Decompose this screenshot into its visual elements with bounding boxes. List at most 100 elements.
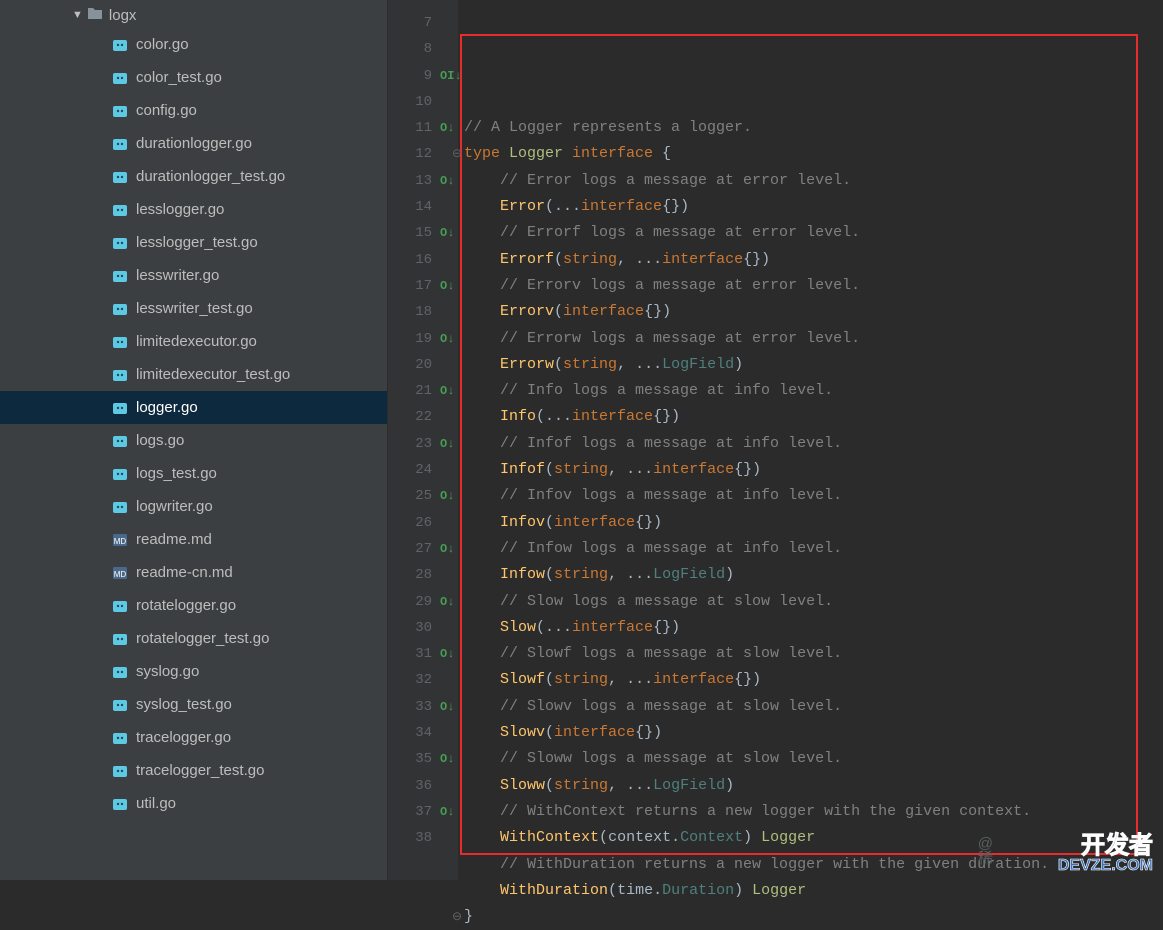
go-file-icon bbox=[112, 796, 128, 812]
file-label: logger.go bbox=[136, 399, 198, 416]
file-label: readme.md bbox=[136, 531, 212, 548]
file-label: rotatelogger.go bbox=[136, 597, 236, 614]
file-item[interactable]: MD readme.md bbox=[0, 523, 387, 556]
go-file-icon bbox=[112, 466, 128, 482]
file-label: logs_test.go bbox=[136, 465, 217, 482]
file-label: lesslogger_test.go bbox=[136, 234, 258, 251]
code-line[interactable]: // Slow logs a message at slow level. bbox=[464, 589, 1163, 615]
code-line[interactable]: // Infow logs a message at info level. bbox=[464, 536, 1163, 562]
svg-text:MD: MD bbox=[114, 570, 127, 579]
code-line[interactable]: ⊖} bbox=[464, 904, 1163, 930]
code-line[interactable]: Sloww(string, ...LogField) bbox=[464, 773, 1163, 799]
code-line[interactable]: // Slowv logs a message at slow level. bbox=[464, 694, 1163, 720]
file-item[interactable]: lesslogger.go bbox=[0, 193, 387, 226]
go-file-icon bbox=[112, 103, 128, 119]
chevron-down-icon: ▼ bbox=[72, 9, 83, 21]
go-file-icon bbox=[112, 301, 128, 317]
fold-start-icon[interactable]: ⊖ bbox=[452, 141, 462, 167]
go-file-icon bbox=[112, 664, 128, 680]
code-line[interactable]: // Infov logs a message at info level. bbox=[464, 483, 1163, 509]
file-item[interactable]: color_test.go bbox=[0, 61, 387, 94]
folder-logx[interactable]: ▼ logx bbox=[0, 2, 387, 28]
code-line[interactable]: // Slowf logs a message at slow level. bbox=[464, 641, 1163, 667]
watermark: @稀 开发者 DEVZE.COM bbox=[1058, 834, 1153, 874]
code-line[interactable]: // Infof logs a message at info level. bbox=[464, 431, 1163, 457]
code-area[interactable]: // A Logger represents a logger.⊖type Lo… bbox=[458, 0, 1163, 880]
go-file-icon bbox=[112, 697, 128, 713]
code-line[interactable]: Errorf(string, ...interface{}) bbox=[464, 247, 1163, 273]
file-label: durationlogger_test.go bbox=[136, 168, 285, 185]
code-line[interactable]: Error(...interface{}) bbox=[464, 194, 1163, 220]
go-file-icon bbox=[112, 70, 128, 86]
file-item[interactable]: lesswriter.go bbox=[0, 259, 387, 292]
code-line[interactable]: Infov(interface{}) bbox=[464, 510, 1163, 536]
code-line[interactable]: WithDuration(time.Duration) Logger bbox=[464, 878, 1163, 904]
file-label: tracelogger_test.go bbox=[136, 762, 264, 779]
code-line[interactable]: // Errorf logs a message at error level. bbox=[464, 220, 1163, 246]
go-file-icon bbox=[112, 334, 128, 350]
code-line[interactable]: // A Logger represents a logger. bbox=[464, 115, 1163, 141]
file-item[interactable]: tracelogger_test.go bbox=[0, 754, 387, 787]
file-item[interactable]: syslog_test.go bbox=[0, 688, 387, 721]
go-file-icon bbox=[112, 367, 128, 383]
file-label: tracelogger.go bbox=[136, 729, 231, 746]
file-item[interactable]: color.go bbox=[0, 28, 387, 61]
code-line[interactable]: // Info logs a message at info level. bbox=[464, 378, 1163, 404]
file-item[interactable]: util.go bbox=[0, 787, 387, 820]
file-item[interactable]: rotatelogger.go bbox=[0, 589, 387, 622]
code-line[interactable]: // Sloww logs a message at slow level. bbox=[464, 746, 1163, 772]
file-label: lesswriter_test.go bbox=[136, 300, 253, 317]
file-label: durationlogger.go bbox=[136, 135, 252, 152]
file-item[interactable]: logs.go bbox=[0, 424, 387, 457]
file-label: logs.go bbox=[136, 432, 184, 449]
file-item[interactable]: lesswriter_test.go bbox=[0, 292, 387, 325]
file-label: lesslogger.go bbox=[136, 201, 224, 218]
line-number-gutter: 7891011121314151617181920212223242526272… bbox=[388, 0, 438, 880]
file-item[interactable]: logs_test.go bbox=[0, 457, 387, 490]
file-label: syslog.go bbox=[136, 663, 199, 680]
go-file-icon bbox=[112, 169, 128, 185]
code-line[interactable]: Errorw(string, ...LogField) bbox=[464, 352, 1163, 378]
file-label: color_test.go bbox=[136, 69, 222, 86]
file-item[interactable]: rotatelogger_test.go bbox=[0, 622, 387, 655]
go-file-icon bbox=[112, 136, 128, 152]
fold-end-icon[interactable]: ⊖ bbox=[452, 904, 462, 930]
file-item[interactable]: logger.go bbox=[0, 391, 387, 424]
go-file-icon bbox=[112, 730, 128, 746]
code-line[interactable]: Info(...interface{}) bbox=[464, 404, 1163, 430]
ide-window: ▼ logx color.go color_test.go config.go dur… bbox=[0, 0, 1163, 880]
file-item[interactable]: durationlogger_test.go bbox=[0, 160, 387, 193]
code-line[interactable]: Slow(...interface{}) bbox=[464, 615, 1163, 641]
code-line[interactable]: Slowv(interface{}) bbox=[464, 720, 1163, 746]
go-file-icon bbox=[112, 235, 128, 251]
file-label: rotatelogger_test.go bbox=[136, 630, 269, 647]
code-line[interactable]: Infof(string, ...interface{}) bbox=[464, 457, 1163, 483]
file-item[interactable]: MDreadme-cn.md bbox=[0, 556, 387, 589]
go-file-icon bbox=[112, 37, 128, 53]
file-item[interactable]: limitedexecutor_test.go bbox=[0, 358, 387, 391]
code-line[interactable]: Errorv(interface{}) bbox=[464, 299, 1163, 325]
file-label: lesswriter.go bbox=[136, 267, 219, 284]
svg-text:MD: MD bbox=[114, 537, 127, 546]
code-line[interactable]: Slowf(string, ...interface{}) bbox=[464, 667, 1163, 693]
file-item[interactable]: lesslogger_test.go bbox=[0, 226, 387, 259]
file-item[interactable]: logwriter.go bbox=[0, 490, 387, 523]
go-file-icon bbox=[112, 400, 128, 416]
file-item[interactable]: durationlogger.go bbox=[0, 127, 387, 160]
markdown-file-icon: MD bbox=[112, 532, 128, 548]
code-line[interactable]: // Error logs a message at error level. bbox=[464, 168, 1163, 194]
code-editor[interactable]: 7891011121314151617181920212223242526272… bbox=[388, 0, 1163, 880]
file-item[interactable]: tracelogger.go bbox=[0, 721, 387, 754]
code-line[interactable]: // WithContext returns a new logger with… bbox=[464, 799, 1163, 825]
code-line[interactable] bbox=[464, 89, 1163, 115]
go-file-icon bbox=[112, 598, 128, 614]
code-line[interactable]: // Errorv logs a message at error level. bbox=[464, 273, 1163, 299]
code-line[interactable]: // Errorw logs a message at error level. bbox=[464, 326, 1163, 352]
code-line[interactable]: ⊖type Logger interface { bbox=[464, 141, 1163, 167]
project-tree[interactable]: ▼ logx color.go color_test.go config.go dur… bbox=[0, 0, 388, 880]
code-line[interactable]: Infow(string, ...LogField) bbox=[464, 562, 1163, 588]
file-item[interactable]: syslog.go bbox=[0, 655, 387, 688]
file-item[interactable]: config.go bbox=[0, 94, 387, 127]
file-item[interactable]: limitedexecutor.go bbox=[0, 325, 387, 358]
gutter-marks: OI↓O↓O↓O↓O↓O↓O↓O↓O↓O↓O↓O↓O↓O↓O↓ bbox=[438, 0, 458, 880]
